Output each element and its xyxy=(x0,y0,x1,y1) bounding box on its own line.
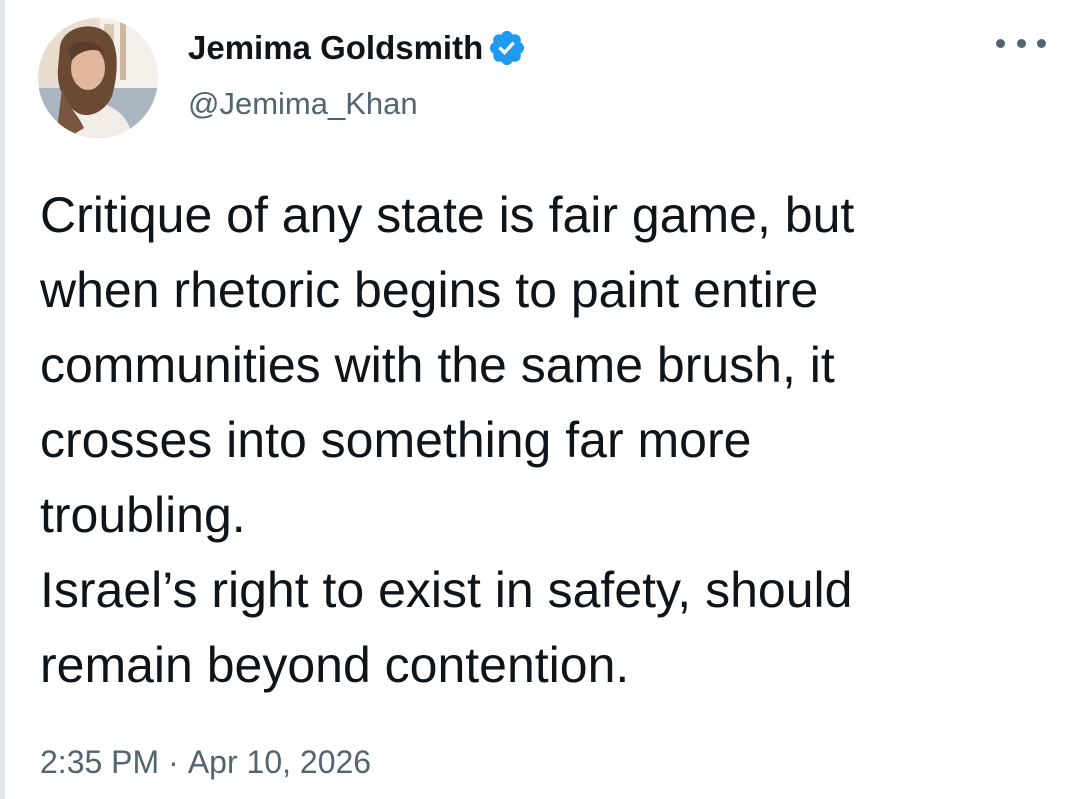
more-options-icon-dot xyxy=(1016,38,1026,48)
more-options-button[interactable] xyxy=(996,28,1046,58)
tweet-time: 2:35 PM xyxy=(40,744,160,780)
verified-badge-icon xyxy=(487,28,527,68)
more-options-icon xyxy=(996,38,1005,48)
tweet-text: Critique of any state is fair game, but … xyxy=(40,178,1050,703)
author-display-name[interactable]: Jemima Goldsmith xyxy=(188,26,483,70)
avatar[interactable] xyxy=(38,18,158,138)
tweet-card: Jemima Goldsmith @Jemima_Khan Critique o… xyxy=(0,0,1080,799)
more-options-icon-dot xyxy=(1037,38,1046,48)
avatar-image xyxy=(38,18,158,138)
author-handle[interactable]: @Jemima_Khan xyxy=(188,84,418,124)
timestamp-separator: · xyxy=(168,744,179,780)
tweet-paragraph: Critique of any state is fair game, but … xyxy=(40,187,855,543)
tweet-date: Apr 10, 2026 xyxy=(187,744,372,780)
tweet-timestamp[interactable]: 2:35 PM · Apr 10, 2026 xyxy=(40,740,371,784)
author-name-row: Jemima Goldsmith xyxy=(188,26,527,70)
tweet-paragraph: Israel’s right to exist in safety, shoul… xyxy=(40,562,853,693)
